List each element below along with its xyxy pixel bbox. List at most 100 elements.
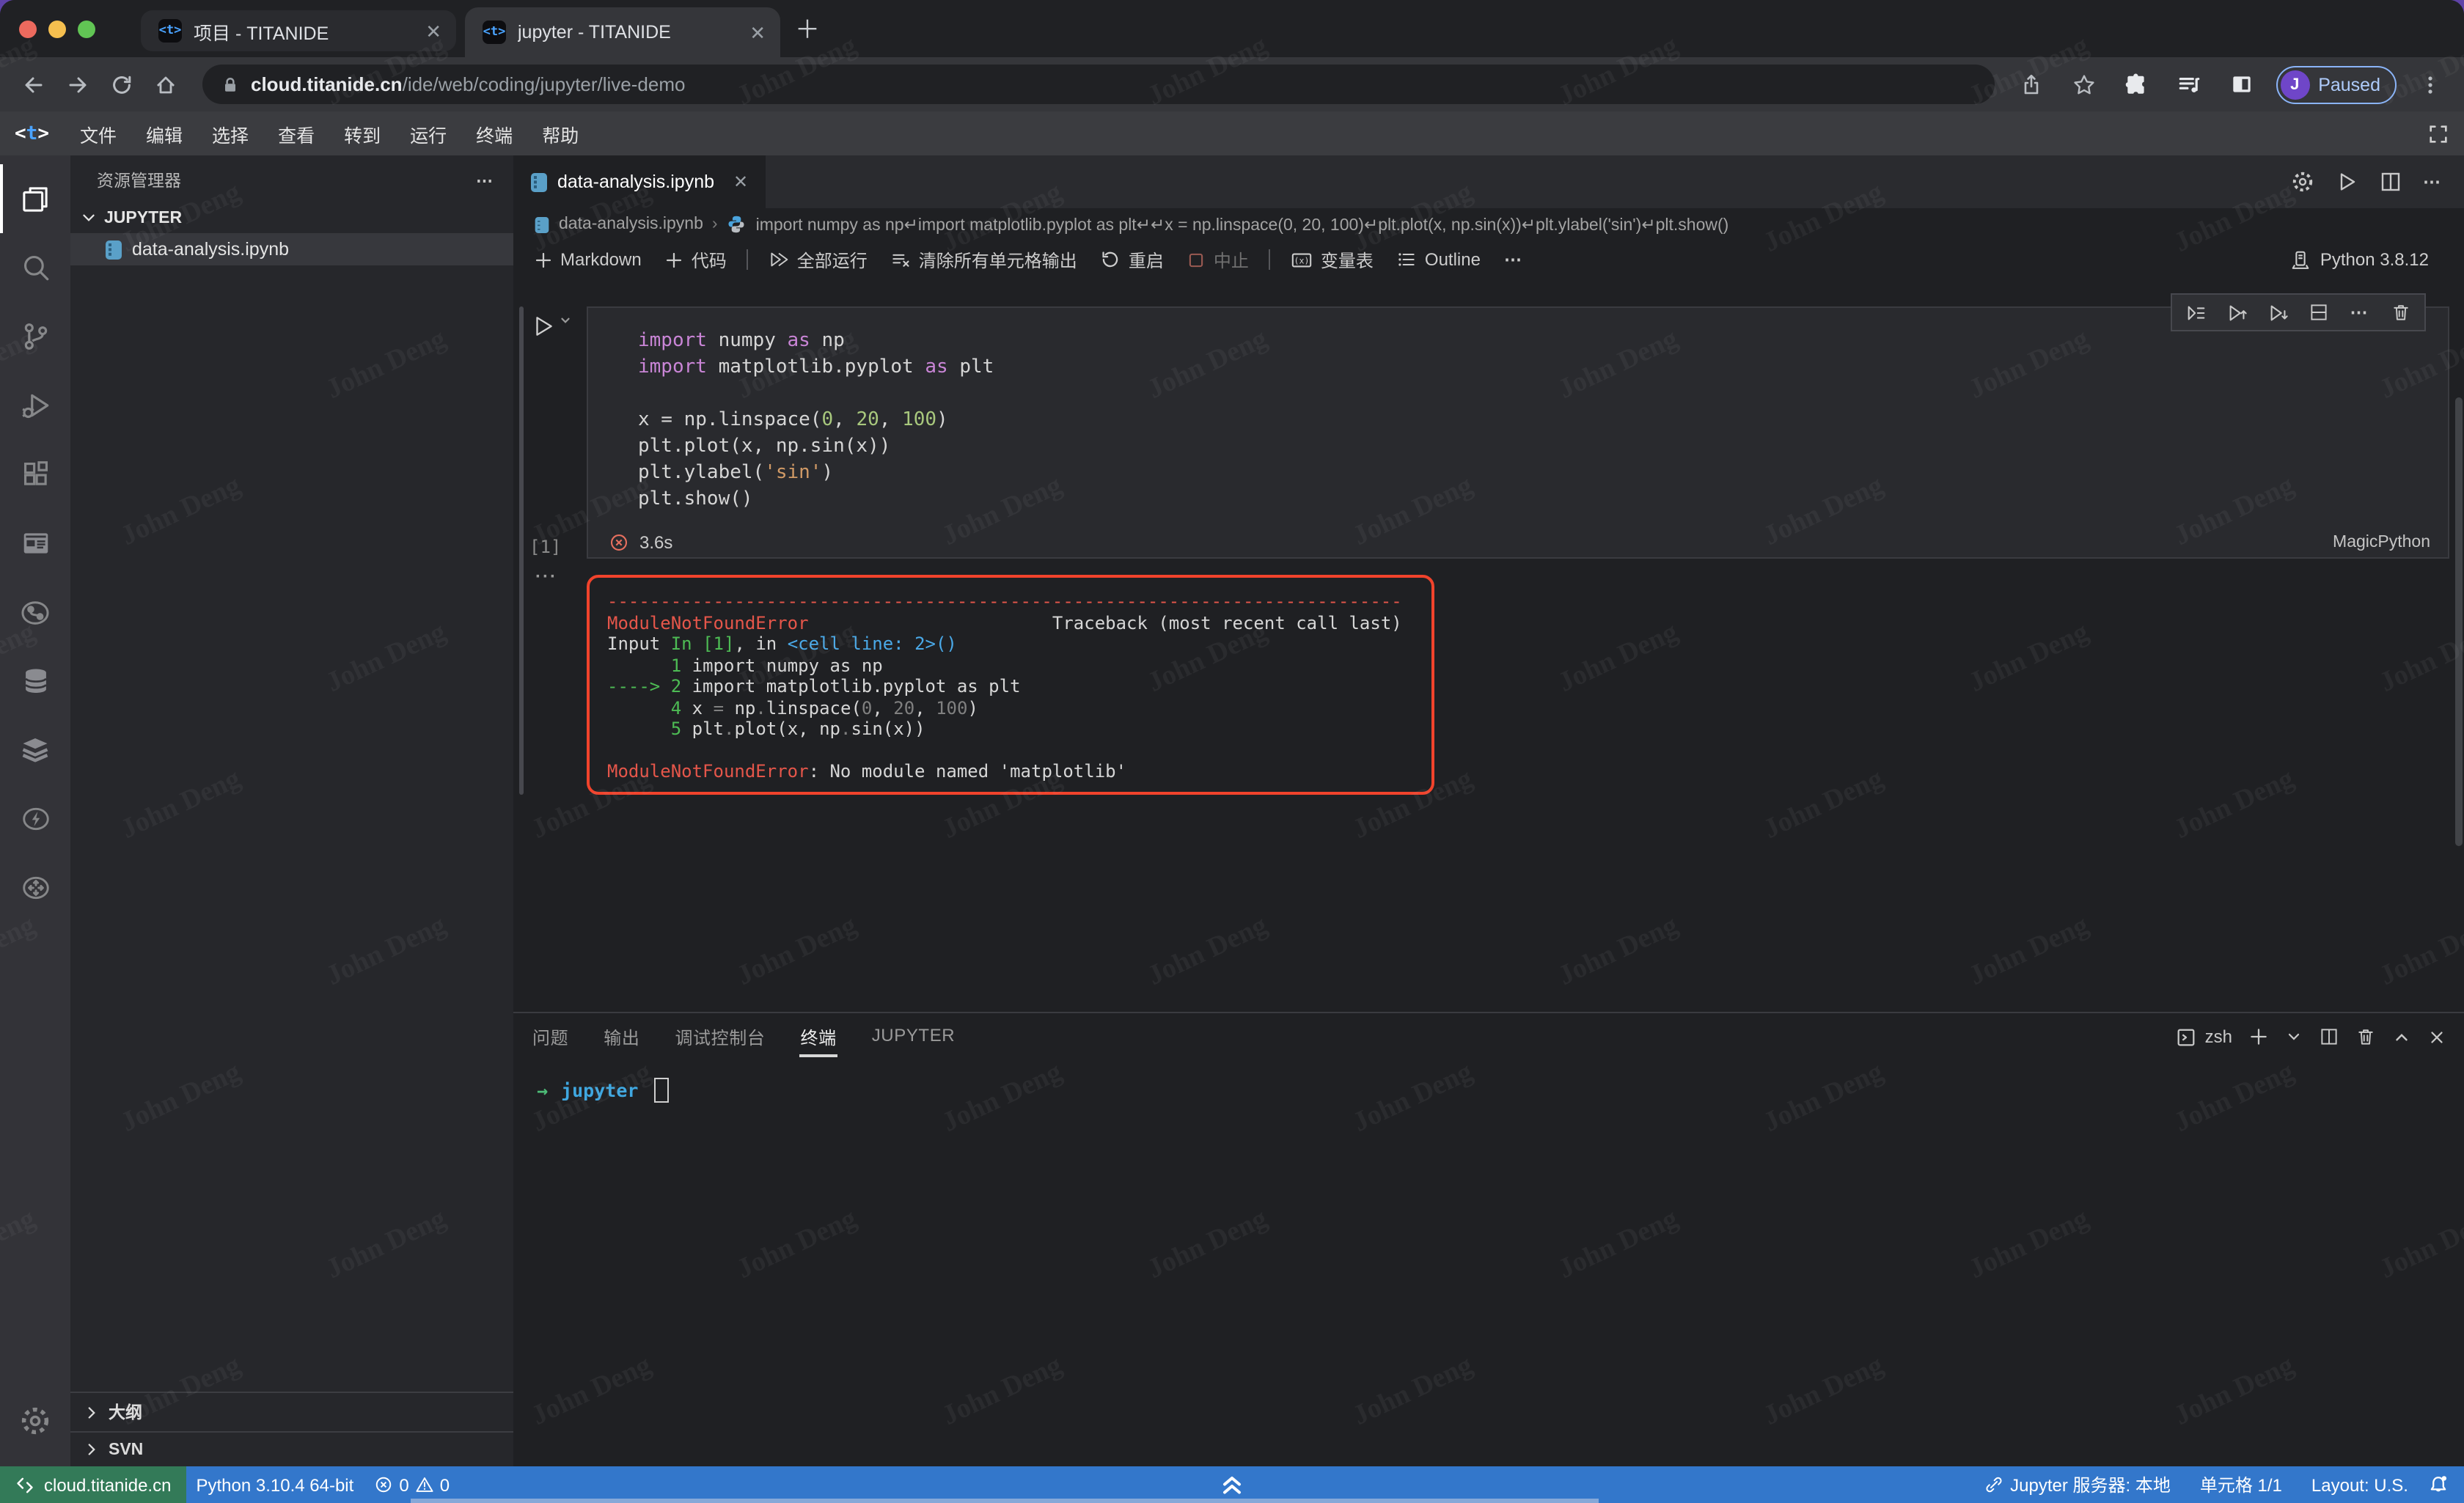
run-by-line-icon[interactable] [2178,296,2213,328]
sidebar-section-svn[interactable]: SVN [70,1431,513,1466]
clear-outputs-button[interactable]: 清除所有单元格输出 [882,244,1086,275]
split-terminal-icon[interactable] [2319,1026,2339,1047]
new-terminal-icon[interactable] [2248,1026,2269,1047]
panel-tab-问题[interactable]: 问题 [531,1014,570,1059]
panel-tab-JUPYTER[interactable]: JUPYTER [870,1014,957,1059]
tab-close-icon[interactable]: ✕ [733,173,748,191]
browser-tab-jupyter[interactable]: <t> jupyter - TITANIDE ✕ [465,7,780,57]
layers-icon[interactable] [0,716,70,784]
tab-close-icon[interactable]: ✕ [749,23,766,42]
shell-picker[interactable]: zsh [2176,1026,2232,1048]
menu-终端[interactable]: 终端 [463,115,526,152]
remote-indicator[interactable]: cloud.titanide.cn [0,1466,186,1503]
kill-terminal-icon[interactable] [2355,1026,2376,1047]
playlist-icon[interactable] [2170,65,2208,103]
star-icon[interactable] [2064,65,2102,103]
menu-运行[interactable]: 运行 [397,115,460,152]
run-all-button[interactable]: 全部运行 [760,244,876,275]
run-cell-button[interactable] [531,314,572,339]
cell-position-indicator[interactable]: 单元格 1/1 [2190,1472,2292,1497]
reload-icon[interactable] [103,65,141,103]
outline-button[interactable]: Outline [1388,246,1489,273]
maximize-panel-icon[interactable] [2392,1027,2411,1046]
browser-window-icon[interactable] [0,509,70,578]
address-bar[interactable]: cloud.titanide.cn/ide/web/coding/jupyter… [202,65,1994,104]
delete-cell-icon[interactable] [2383,296,2419,328]
error-output[interactable]: ----------------------------------------… [587,575,1434,795]
jupyter-server-indicator[interactable]: Jupyter 服务器: 本地 [1973,1472,2181,1497]
run-icon[interactable] [2335,170,2358,194]
search-icon[interactable] [0,233,70,302]
variables-button[interactable]: (x) 变量表 [1283,244,1382,275]
breadcrumb-file[interactable]: data-analysis.ipynb [559,216,703,233]
run-above-icon[interactable] [2219,296,2254,328]
tab-close-icon[interactable]: ✕ [425,21,441,40]
panel-tab-调试控制台[interactable]: 调试控制台 [673,1014,766,1059]
editor-scrollbar[interactable] [2455,397,2463,846]
fullscreen-icon[interactable] [2427,122,2449,144]
extensions-icon[interactable] [0,440,70,509]
panel-tab-输出[interactable]: 输出 [602,1014,641,1059]
sidebar-section-outline[interactable]: 大纲 [70,1392,513,1431]
home-icon[interactable] [147,65,185,103]
more-vertical-icon[interactable] [2411,65,2449,103]
panel-tab-终端[interactable]: 终端 [799,1014,837,1059]
editor-tab-notebook[interactable]: data-analysis.ipynb ✕ [513,155,766,208]
expand-arrows-icon[interactable] [0,853,70,922]
side-panel-icon[interactable] [2223,65,2261,103]
notifications-bell-icon[interactable] [2427,1474,2449,1496]
source-control-icon[interactable] [0,302,70,371]
sidebar-section-jupyter[interactable]: JUPYTER [70,202,513,233]
breadcrumb-code[interactable]: import numpy as np↵import matplotlib.pyp… [756,214,1729,235]
share-icon[interactable] [2012,65,2050,103]
menu-选择[interactable]: 选择 [199,115,262,152]
more-horizontal-icon[interactable]: ⋯ [1495,246,1533,273]
database-icon[interactable] [0,647,70,716]
browser-profile-button[interactable]: J Paused [2276,65,2397,103]
keyboard-layout-indicator[interactable]: Layout: U.S. [2301,1474,2419,1495]
problems-indicator[interactable]: 0 0 [364,1474,460,1495]
menu-帮助[interactable]: 帮助 [529,115,592,152]
more-horizontal-icon[interactable]: ⋯ [2423,172,2443,192]
output-options-icon[interactable]: ··· [535,566,557,587]
add-markdown-button[interactable]: Markdown [525,246,650,273]
new-tab-button[interactable]: ＋ [795,9,820,45]
lightning-icon[interactable] [0,784,70,853]
forward-icon[interactable] [59,65,97,103]
double-chevron-up-icon[interactable] [1217,1468,1247,1500]
extensions-puzzle-icon[interactable] [2117,65,2155,103]
git-graph-icon[interactable] [0,578,70,647]
terminal[interactable]: → jupyter [513,1060,2464,1468]
settings-gear-icon[interactable] [0,1386,70,1455]
more-horizontal-icon[interactable]: ⋯ [476,170,496,191]
chevron-down-icon[interactable] [2285,1028,2303,1046]
back-icon[interactable] [15,65,53,103]
kernel-picker[interactable]: Python 3.8.12 [2289,249,2452,271]
chevron-down-icon[interactable] [559,314,572,327]
breadcrumb[interactable]: data-analysis.ipynb › import numpy as np… [513,208,2464,240]
code-cell[interactable]: import numpy as npimport matplotlib.pypl… [587,306,2449,559]
more-horizontal-icon[interactable]: ⋯ [2342,296,2377,328]
browser-tab-project[interactable]: <t> 项目 - TITANIDE ✕ [141,10,456,51]
menu-文件[interactable]: 文件 [67,115,130,152]
menu-编辑[interactable]: 编辑 [133,115,196,152]
notebook-settings-gear-icon[interactable] [2291,170,2314,194]
minimize-window-button[interactable] [48,21,66,38]
zoom-window-button[interactable] [78,21,95,38]
menu-查看[interactable]: 查看 [265,115,328,152]
interrupt-button[interactable]: 中止 [1178,244,1258,275]
run-debug-icon[interactable] [0,371,70,440]
run-below-icon[interactable] [2260,296,2295,328]
explorer-files-icon[interactable] [0,164,70,233]
close-window-button[interactable] [19,21,37,38]
menu-转到[interactable]: 转到 [331,115,394,152]
split-cell-icon[interactable] [2301,296,2336,328]
split-editor-icon[interactable] [2379,170,2402,194]
cell-language[interactable]: MagicPython [2333,534,2430,551]
close-panel-icon[interactable] [2427,1027,2446,1046]
file-item-notebook[interactable]: data-analysis.ipynb [70,233,513,265]
restart-button[interactable]: 重启 [1092,244,1173,275]
python-interpreter[interactable]: Python 3.10.4 64-bit [186,1474,364,1495]
add-code-button[interactable]: 代码 [656,244,736,275]
cell-code[interactable]: import numpy as npimport matplotlib.pypl… [588,308,2448,513]
